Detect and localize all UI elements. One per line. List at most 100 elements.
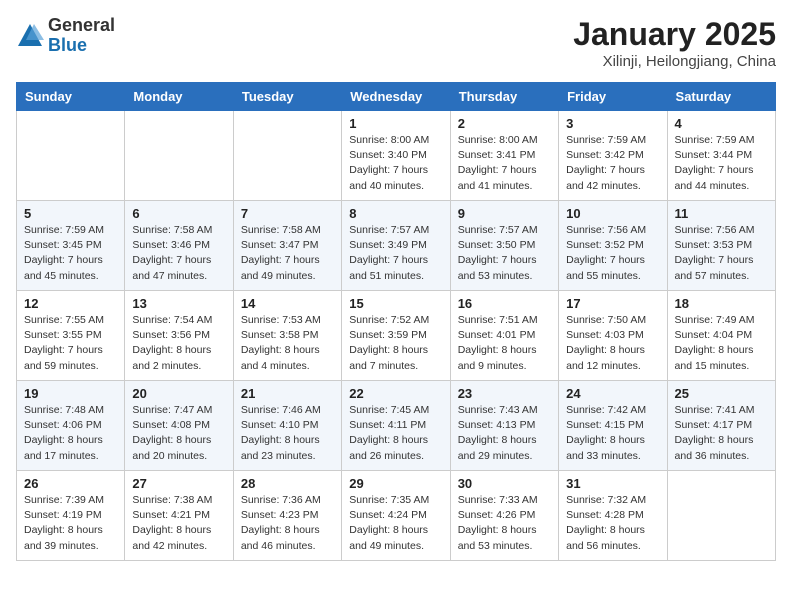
day-number: 11: [675, 206, 768, 221]
column-header-sunday: Sunday: [17, 83, 125, 111]
logo-general: General: [48, 15, 115, 35]
calendar-cell: 17Sunrise: 7:50 AM Sunset: 4:03 PM Dayli…: [559, 291, 667, 381]
day-number: 27: [132, 476, 225, 491]
day-info: Sunrise: 7:59 AM Sunset: 3:45 PM Dayligh…: [24, 223, 117, 284]
column-header-monday: Monday: [125, 83, 233, 111]
day-info: Sunrise: 7:57 AM Sunset: 3:50 PM Dayligh…: [458, 223, 551, 284]
day-info: Sunrise: 7:33 AM Sunset: 4:26 PM Dayligh…: [458, 493, 551, 554]
day-number: 17: [566, 296, 659, 311]
calendar-cell: 13 Sunrise: 7:54 AM Sunset: 3:56 PM Dayli…: [125, 291, 233, 381]
calendar-cell: 12 Sunrise: 7:55 AM Sunset: 3:55 PM Dayli…: [17, 291, 125, 381]
day-info: Sunrise: 7:49 AM Sunset: 4:04 PM Dayligh…: [675, 313, 768, 374]
day-number: 15: [349, 296, 442, 311]
calendar-cell: 27 Sunrise: 7:38 AM Sunset: 4:21 PM Dayli…: [125, 471, 233, 561]
day-number: 19: [24, 386, 117, 401]
calendar-cell: [125, 111, 233, 201]
day-info: Sunrise: 7:47 AM Sunset: 4:08 PM Dayligh…: [132, 403, 225, 464]
calendar-cell: 15 Sunrise: 7:52 AM Sunset: 3:59 PM Dayli…: [342, 291, 450, 381]
day-number: 21: [241, 386, 334, 401]
calendar-cell: 4Sunrise: 7:59 AM Sunset: 3:44 PM Daylig…: [667, 111, 775, 201]
calendar-week-row: 19 Sunrise: 7:48 AM Sunset: 4:06 PM Dayli…: [17, 381, 776, 471]
calendar-cell: 10 Sunrise: 7:56 AM Sunset: 3:52 PM Dayli…: [559, 201, 667, 291]
day-number: 3: [566, 116, 659, 131]
day-info: Sunrise: 7:43 AM Sunset: 4:13 PM Dayligh…: [458, 403, 551, 464]
day-info: Sunrise: 7:54 AM Sunset: 3:56 PM Dayligh…: [132, 313, 225, 374]
column-header-thursday: Thursday: [450, 83, 558, 111]
column-header-tuesday: Tuesday: [233, 83, 341, 111]
column-header-saturday: Saturday: [667, 83, 775, 111]
day-info: Sunrise: 7:52 AM Sunset: 3:59 PM Dayligh…: [349, 313, 442, 374]
calendar-cell: 25 Sunrise: 7:41 AM Sunset: 4:17 PM Dayli…: [667, 381, 775, 471]
day-info: Sunrise: 7:56 AM Sunset: 3:52 PM Dayligh…: [566, 223, 659, 284]
calendar-week-row: 12 Sunrise: 7:55 AM Sunset: 3:55 PM Dayli…: [17, 291, 776, 381]
day-info: Sunrise: 7:38 AM Sunset: 4:21 PM Dayligh…: [132, 493, 225, 554]
calendar-cell: [17, 111, 125, 201]
day-number: 16: [458, 296, 551, 311]
day-number: 10: [566, 206, 659, 221]
day-number: 1: [349, 116, 442, 131]
day-info: Sunrise: 7:59 AM Sunset: 3:44 PM Dayligh…: [675, 133, 768, 194]
day-info: Sunrise: 7:55 AM Sunset: 3:55 PM Dayligh…: [24, 313, 117, 374]
calendar-cell: 24 Sunrise: 7:42 AM Sunset: 4:15 PM Dayli…: [559, 381, 667, 471]
day-info: Sunrise: 7:46 AM Sunset: 4:10 PM Dayligh…: [241, 403, 334, 464]
calendar-cell: 2 Sunrise: 8:00 AM Sunset: 3:41 PM Daylig…: [450, 111, 558, 201]
calendar-cell: [233, 111, 341, 201]
calendar-week-row: 26 Sunrise: 7:39 AM Sunset: 4:19 PM Dayli…: [17, 471, 776, 561]
day-number: 28: [241, 476, 334, 491]
calendar-cell: 3 Sunrise: 7:59 AM Sunset: 3:42 PM Daylig…: [559, 111, 667, 201]
day-number: 24: [566, 386, 659, 401]
calendar-cell: 5 Sunrise: 7:59 AM Sunset: 3:45 PM Daylig…: [17, 201, 125, 291]
calendar-cell: 28 Sunrise: 7:36 AM Sunset: 4:23 PM Dayli…: [233, 471, 341, 561]
day-info: Sunrise: 7:58 AM Sunset: 3:47 PM Dayligh…: [241, 223, 334, 284]
day-info: Sunrise: 8:00 AM Sunset: 3:41 PM Dayligh…: [458, 133, 551, 194]
calendar-cell: 9 Sunrise: 7:57 AM Sunset: 3:50 PM Daylig…: [450, 201, 558, 291]
calendar-cell: 18 Sunrise: 7:49 AM Sunset: 4:04 PM Dayli…: [667, 291, 775, 381]
calendar-cell: 14 Sunrise: 7:53 AM Sunset: 3:58 PM Dayli…: [233, 291, 341, 381]
day-info: Sunrise: 7:42 AM Sunset: 4:15 PM Dayligh…: [566, 403, 659, 464]
day-info: Sunrise: 7:39 AM Sunset: 4:19 PM Dayligh…: [24, 493, 117, 554]
day-info: Sunrise: 7:48 AM Sunset: 4:06 PM Dayligh…: [24, 403, 117, 464]
day-number: 5: [24, 206, 117, 221]
day-number: 8: [349, 206, 442, 221]
calendar-cell: 19 Sunrise: 7:48 AM Sunset: 4:06 PM Dayli…: [17, 381, 125, 471]
page-header: General Blue January 2025 Xilinji, Heilo…: [16, 16, 776, 70]
day-info: Sunrise: 7:41 AM Sunset: 4:17 PM Dayligh…: [675, 403, 768, 464]
day-info: Sunrise: 7:45 AM Sunset: 4:11 PM Dayligh…: [349, 403, 442, 464]
calendar-cell: 21 Sunrise: 7:46 AM Sunset: 4:10 PM Dayli…: [233, 381, 341, 471]
column-header-friday: Friday: [559, 83, 667, 111]
day-info: Sunrise: 7:51 AM Sunset: 4:01 PM Dayligh…: [458, 313, 551, 374]
day-number: 6: [132, 206, 225, 221]
calendar-cell: 20 Sunrise: 7:47 AM Sunset: 4:08 PM Dayli…: [125, 381, 233, 471]
calendar-cell: 22 Sunrise: 7:45 AM Sunset: 4:11 PM Dayli…: [342, 381, 450, 471]
day-number: 9: [458, 206, 551, 221]
day-number: 25: [675, 386, 768, 401]
day-number: 12: [24, 296, 117, 311]
day-number: 26: [24, 476, 117, 491]
calendar-cell: 6Sunrise: 7:58 AM Sunset: 3:46 PM Daylig…: [125, 201, 233, 291]
day-info: Sunrise: 7:57 AM Sunset: 3:49 PM Dayligh…: [349, 223, 442, 284]
day-info: Sunrise: 8:00 AM Sunset: 3:40 PM Dayligh…: [349, 133, 442, 194]
day-number: 14: [241, 296, 334, 311]
month-title: January 2025: [573, 16, 776, 53]
calendar-cell: 1 Sunrise: 8:00 AM Sunset: 3:40 PM Daylig…: [342, 111, 450, 201]
title-block: January 2025 Xilinji, Heilongjiang, Chin…: [573, 16, 776, 70]
calendar-cell: 11Sunrise: 7:56 AM Sunset: 3:53 PM Dayli…: [667, 201, 775, 291]
calendar-cell: 26 Sunrise: 7:39 AM Sunset: 4:19 PM Dayli…: [17, 471, 125, 561]
calendar-cell: [667, 471, 775, 561]
logo-icon: [16, 22, 44, 50]
day-number: 20: [132, 386, 225, 401]
day-number: 13: [132, 296, 225, 311]
day-info: Sunrise: 7:36 AM Sunset: 4:23 PM Dayligh…: [241, 493, 334, 554]
day-number: 18: [675, 296, 768, 311]
calendar-week-row: 5 Sunrise: 7:59 AM Sunset: 3:45 PM Daylig…: [17, 201, 776, 291]
day-number: 31: [566, 476, 659, 491]
day-info: Sunrise: 7:59 AM Sunset: 3:42 PM Dayligh…: [566, 133, 659, 194]
day-info: Sunrise: 7:35 AM Sunset: 4:24 PM Dayligh…: [349, 493, 442, 554]
day-info: Sunrise: 7:53 AM Sunset: 3:58 PM Dayligh…: [241, 313, 334, 374]
calendar-cell: 7Sunrise: 7:58 AM Sunset: 3:47 PM Daylig…: [233, 201, 341, 291]
day-number: 2: [458, 116, 551, 131]
day-info: Sunrise: 7:32 AM Sunset: 4:28 PM Dayligh…: [566, 493, 659, 554]
day-number: 22: [349, 386, 442, 401]
calendar-week-row: 1 Sunrise: 8:00 AM Sunset: 3:40 PM Daylig…: [17, 111, 776, 201]
location-subtitle: Xilinji, Heilongjiang, China: [573, 53, 776, 70]
